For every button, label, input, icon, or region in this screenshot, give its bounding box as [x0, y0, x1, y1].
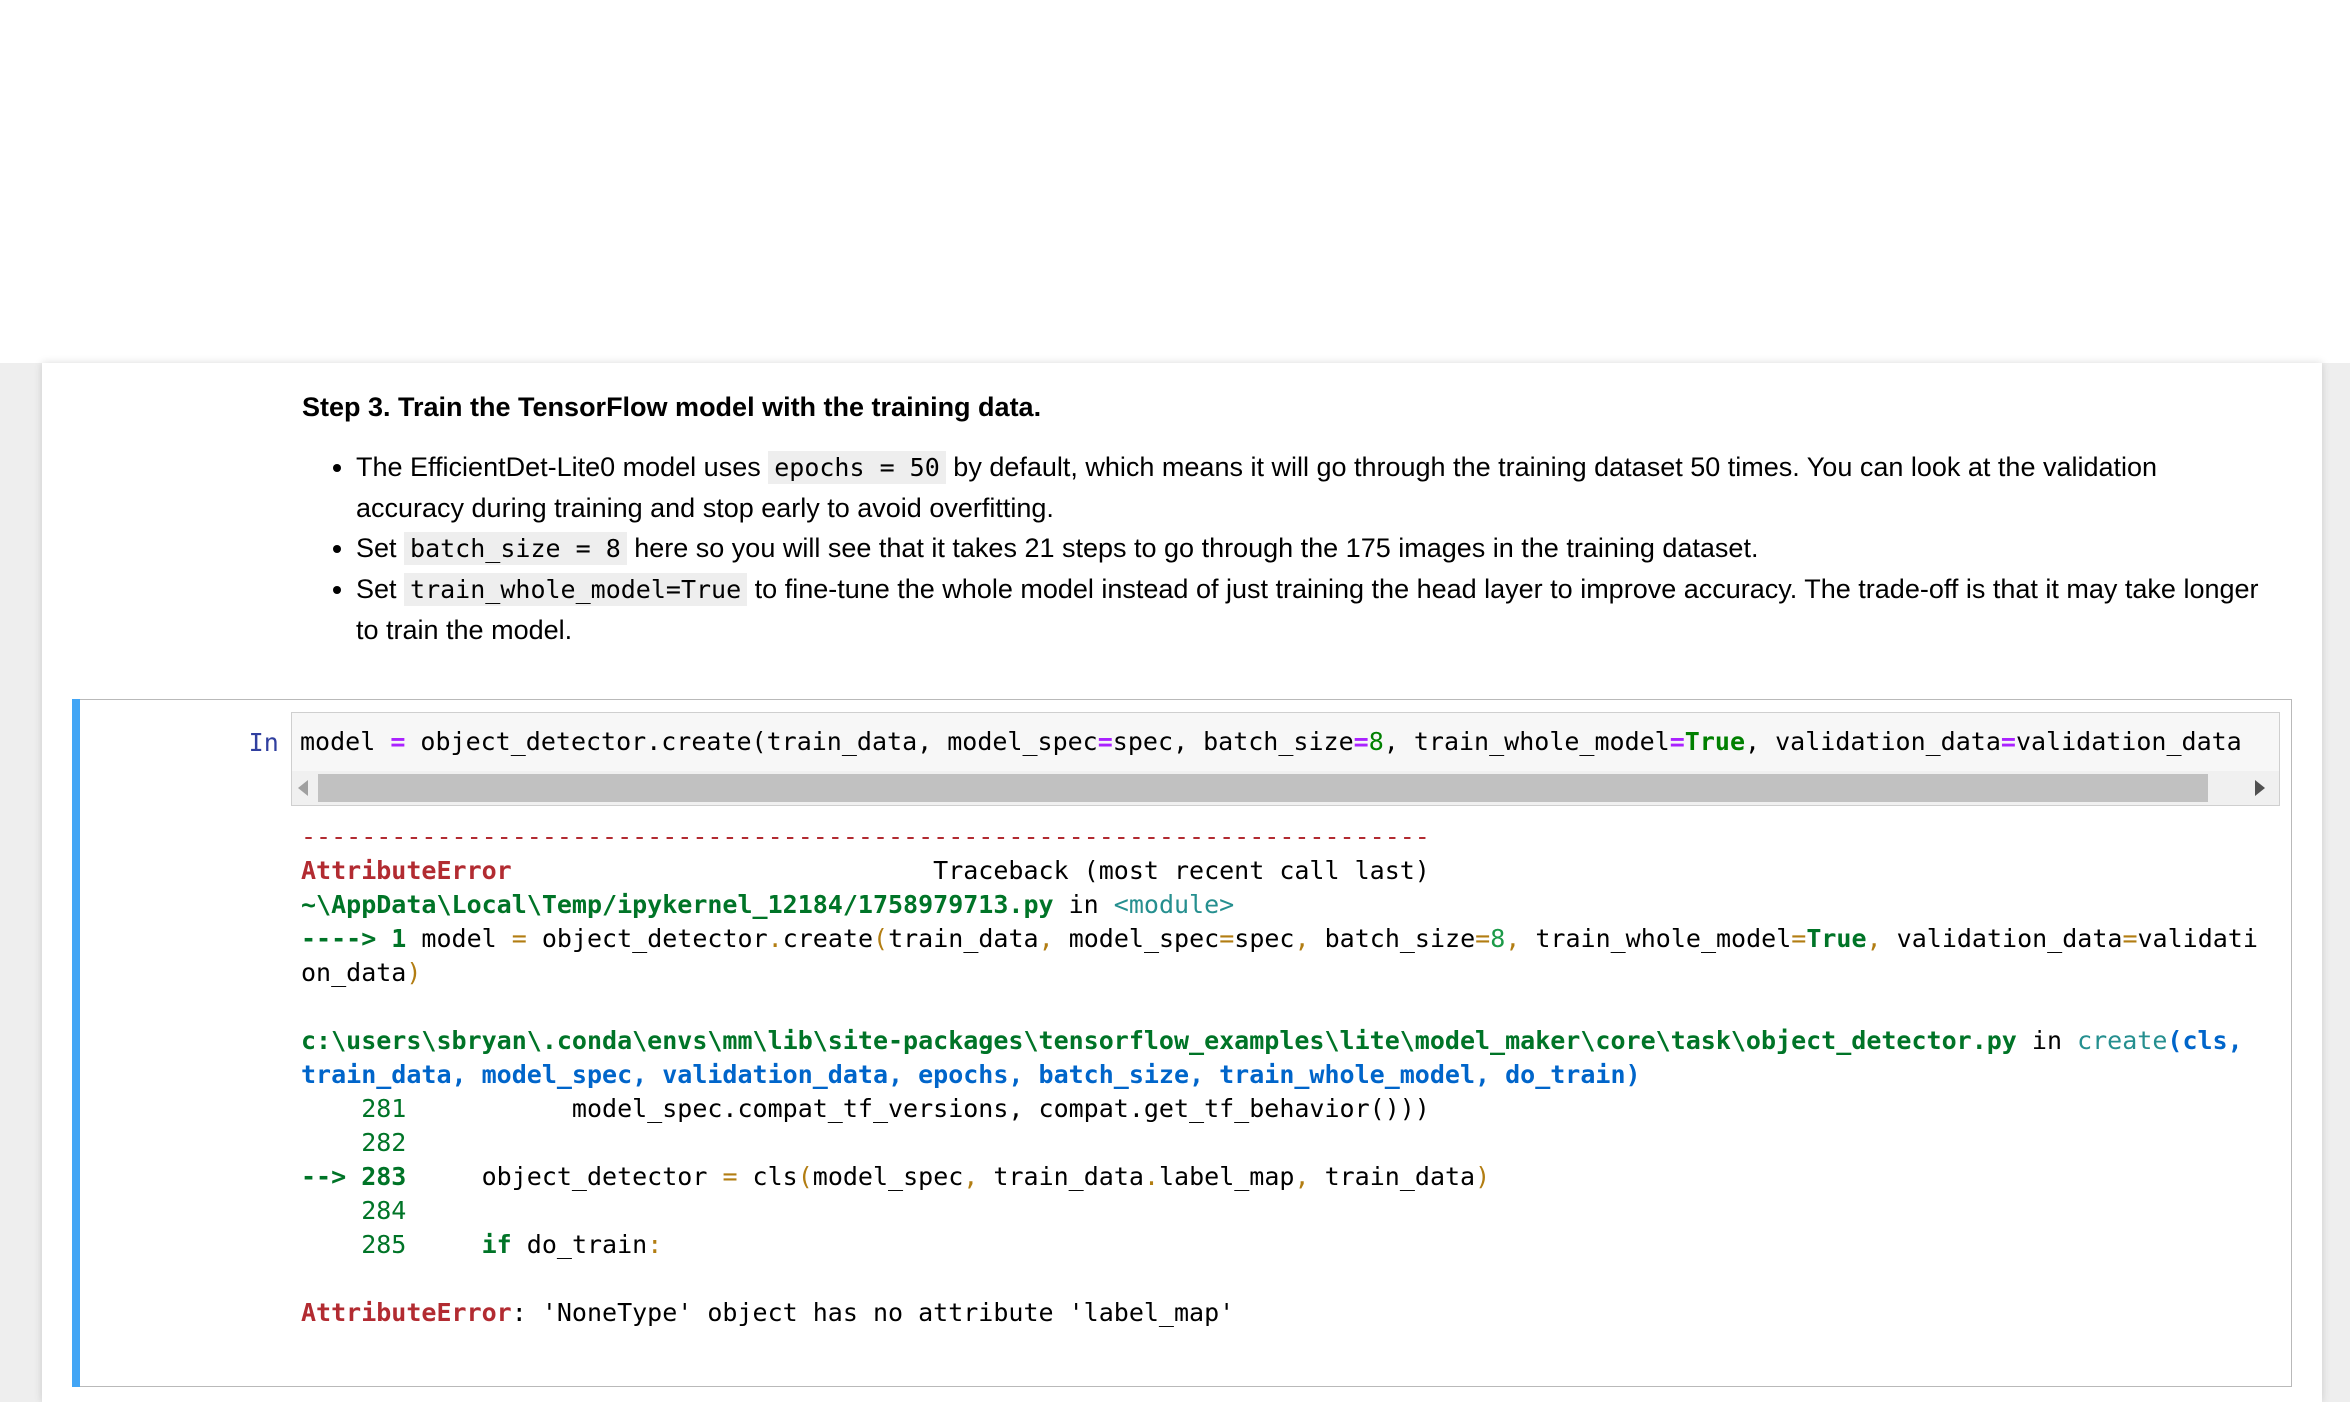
markdown-cell[interactable]: Step 3. Train the TensorFlow model with … — [300, 375, 2260, 650]
horizontal-scrollbar[interactable] — [292, 771, 2279, 805]
selected-cell-indicator — [72, 699, 80, 1387]
list-item: The EfficientDet-Lite0 model uses epochs… — [356, 447, 2260, 528]
code-line: model = object_detector.create(train_dat… — [300, 727, 2242, 756]
traceback-line-284: 284 — [301, 1196, 407, 1225]
bullet-text: Set — [356, 533, 405, 563]
bullet-text: Set — [356, 574, 405, 604]
scrollbar-thumb[interactable] — [318, 774, 2208, 802]
traceback-file-1: ~\AppData\Local\Temp/ipykernel_12184/175… — [301, 890, 1235, 919]
traceback-file-2: c:\users\sbryan\.conda\envs\mm\lib\site-… — [301, 1026, 2258, 1089]
step-heading: Step 3. Train the TensorFlow model with … — [302, 392, 1042, 422]
traceback-line-281: 281 model_spec.compat_tf_versions, compa… — [301, 1094, 1430, 1123]
inline-code: train_whole_model=True — [404, 573, 748, 606]
traceback-line-283: --> 283 object_detector = cls(model_spec… — [301, 1162, 1491, 1191]
traceback-line-282: 282 — [301, 1128, 407, 1157]
traceback-line-1: ----> 1 model = object_detector.create(t… — [301, 924, 2258, 987]
scroll-right-icon[interactable] — [2255, 780, 2265, 796]
inline-code: batch_size = 8 — [404, 532, 627, 565]
error-message: AttributeError: 'NoneType' object has no… — [301, 1298, 1235, 1327]
top-blank-area — [0, 0, 2350, 363]
traceback-separator: ----------------------------------------… — [301, 822, 1430, 851]
left-gutter — [0, 363, 42, 1402]
inline-code: epochs = 50 — [768, 451, 946, 484]
traceback-header: AttributeError Traceback (most recent ca… — [301, 856, 1430, 885]
bullet-text: The EfficientDet-Lite0 model uses — [356, 452, 769, 482]
list-item: Set batch_size = 8 here so you will see … — [356, 528, 2260, 569]
bullet-list: The EfficientDet-Lite0 model uses epochs… — [300, 447, 2260, 650]
list-item: Set train_whole_model=True to fine-tune … — [356, 569, 2260, 650]
cell-output: ----------------------------------------… — [301, 820, 2261, 1330]
code-input[interactable]: model = object_detector.create(train_dat… — [291, 712, 2280, 806]
right-gutter — [2322, 363, 2350, 1402]
code-cell[interactable]: In [7]: model = object_detector.create(t… — [72, 699, 2292, 1387]
traceback-line-285: 285 if do_train: — [301, 1230, 663, 1259]
scroll-left-icon[interactable] — [298, 780, 308, 796]
bullet-text: here so you will see that it takes 21 st… — [626, 533, 1759, 563]
